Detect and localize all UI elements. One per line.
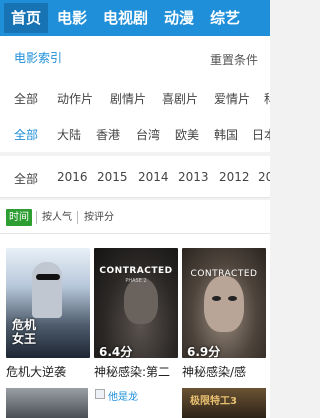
sort-by-time[interactable]: 时间 xyxy=(6,209,32,226)
nav-tab-tv[interactable]: 电视剧 xyxy=(96,3,155,33)
movie-title[interactable]: 危机大逆袭 xyxy=(6,363,98,380)
genre-option-action[interactable]: 动作片 xyxy=(57,90,93,107)
year-option-2014[interactable]: 2014 xyxy=(138,170,169,184)
region-option-japan[interactable]: 日本 xyxy=(252,126,270,143)
genre-option-scifi[interactable]: 科 xyxy=(264,90,270,107)
year-option-2013[interactable]: 2013 xyxy=(178,170,209,184)
poster-eye xyxy=(212,296,221,301)
movie-poster[interactable]: CONTRACTED PHASE 2 6.4分 xyxy=(94,248,178,358)
broken-image-icon xyxy=(95,389,105,399)
region-option-korea[interactable]: 韩国 xyxy=(214,126,238,143)
nav-tab-home[interactable]: 首页 xyxy=(4,3,49,33)
poster-title-text: 危机 女王 xyxy=(12,318,36,346)
poster-subtitle-text: PHASE 2 xyxy=(125,278,147,284)
filter-row-year: 全部 2016 2015 2014 2013 2012 20 xyxy=(0,156,270,198)
reset-filters-button[interactable]: 重置条件 xyxy=(210,51,258,68)
year-option-more[interactable]: 20 xyxy=(258,170,270,184)
year-option-2015[interactable]: 2015 xyxy=(97,170,128,184)
region-option-all[interactable]: 全部 xyxy=(14,126,38,143)
top-nav: 首页 电影 电视剧 动漫 综艺 xyxy=(0,0,270,36)
filter-row-region: 全部 大陆 香港 台湾 欧美 韩国 日本 xyxy=(0,112,270,154)
movie-grid: 危机 女王 危机大逆袭 CONTRACTED PHASE 2 6.4分 神秘感染… xyxy=(0,234,270,418)
poster-title-text: CONTRACTED xyxy=(190,269,258,279)
image-alt-text: 他是龙 xyxy=(108,392,138,403)
movie-poster[interactable]: 他是龙 xyxy=(94,388,178,418)
region-option-mainland[interactable]: 大陆 xyxy=(57,126,81,143)
year-option-all[interactable]: 全部 xyxy=(14,170,38,187)
genre-option-comedy[interactable]: 喜剧片 xyxy=(162,90,198,107)
nav-tab-movie[interactable]: 电影 xyxy=(50,3,94,33)
movie-score: 6.4分 xyxy=(99,345,133,358)
movie-index-title: 电影索引 xyxy=(14,51,63,65)
sort-separator xyxy=(36,211,37,224)
sort-by-rating[interactable]: 按评分 xyxy=(84,209,114,226)
year-option-2016[interactable]: 2016 xyxy=(57,170,88,184)
poster-text-line: 女王 xyxy=(12,332,37,346)
region-option-hongkong[interactable]: 香港 xyxy=(96,126,120,143)
poster-face xyxy=(204,276,244,332)
sort-separator xyxy=(77,211,78,224)
poster-eye xyxy=(228,296,237,301)
genre-option-all[interactable]: 全部 xyxy=(14,90,38,107)
year-option-2012[interactable]: 2012 xyxy=(219,170,250,184)
region-option-western[interactable]: 欧美 xyxy=(175,126,199,143)
genre-option-drama[interactable]: 剧情片 xyxy=(110,90,146,107)
poster-glasses xyxy=(36,274,60,280)
poster-title-text: 极限特工3 xyxy=(190,396,237,407)
nav-tab-anime[interactable]: 动漫 xyxy=(157,3,201,33)
nav-tab-variety[interactable]: 综艺 xyxy=(203,3,247,33)
sort-by-popularity[interactable]: 按人气 xyxy=(42,209,72,226)
poster-title-text: CONTRACTED xyxy=(99,266,173,276)
movie-title[interactable]: 神秘感染/感 xyxy=(182,363,274,380)
poster-face xyxy=(124,278,158,324)
region-option-taiwan[interactable]: 台湾 xyxy=(136,126,160,143)
movie-poster[interactable]: 极限特工3 xyxy=(182,388,266,418)
movie-poster[interactable] xyxy=(6,388,88,418)
movie-score: 6.9分 xyxy=(187,345,221,358)
movie-poster[interactable]: 危机 女王 xyxy=(6,248,90,358)
poster-figure xyxy=(32,262,62,318)
poster-text-line: 危机 xyxy=(12,318,37,332)
filter-header: 电影索引 重置条件 xyxy=(0,36,270,80)
movie-poster[interactable]: CONTRACTED 6.9分 xyxy=(182,248,266,358)
movie-title[interactable]: 神秘感染:第二 xyxy=(94,363,186,380)
sort-bar: 时间 按人气 按评分 xyxy=(0,200,270,234)
genre-option-romance[interactable]: 爱情片 xyxy=(214,90,250,107)
